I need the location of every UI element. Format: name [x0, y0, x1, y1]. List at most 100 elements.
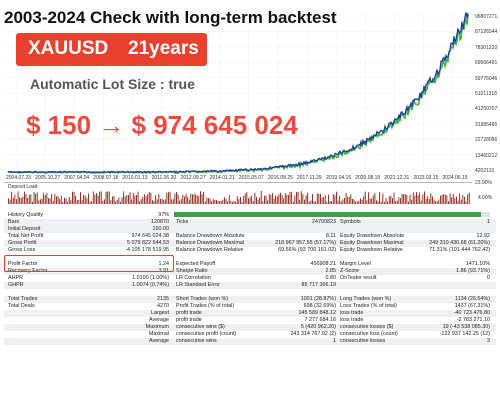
- deposit-load-bar: [360, 198, 361, 204]
- deposit-load-bar: [206, 197, 208, 204]
- deposit-load-bar: [448, 201, 449, 204]
- years-label: 21years: [128, 38, 199, 59]
- deposit-load-bar: [115, 201, 117, 204]
- deposit-load-bar: [168, 192, 169, 204]
- x-tick-label: 2010.01.13: [122, 175, 148, 181]
- deposit-load-bar: [440, 195, 441, 204]
- stat-value: 1471.10%: [465, 261, 490, 267]
- backtest-stats-table: History Quality 97% Bars 120870 Ticks 24…: [4, 212, 496, 345]
- deposit-load-bar: [297, 191, 299, 204]
- deposit-load-bar: [462, 194, 464, 204]
- deposit-load-bar: [67, 201, 69, 204]
- deposit-load-bar: [304, 199, 305, 204]
- deposit-load-bar: [395, 200, 397, 204]
- deposit-load-bar: [126, 194, 128, 204]
- deposit-load-bar: [81, 200, 83, 204]
- deposit-load-bar: [334, 195, 336, 204]
- x-tick-label: 2011.06.20: [151, 175, 177, 181]
- deposit-load-bar: [452, 193, 454, 204]
- deposit-load-bar: [435, 201, 437, 204]
- deposit-load-bar: [27, 198, 29, 204]
- deposit-load-bar: [132, 193, 134, 204]
- deposit-load-bar: [54, 193, 56, 204]
- x-tick-label: 2015.05.07: [238, 175, 264, 181]
- deposit-load-bar: [211, 201, 213, 204]
- x-tick-label: 2012.09.27: [180, 175, 206, 181]
- deposit-load-bar: [70, 200, 72, 204]
- x-tick-label: 2007.04.04: [64, 175, 90, 181]
- stat-label: Sharpe Ratio: [176, 268, 208, 274]
- deposit-load-bar: [465, 201, 467, 204]
- deposit-load-bar: [305, 195, 307, 204]
- deposit-load-bar: [403, 194, 405, 204]
- deposit-load-bar: [430, 193, 432, 204]
- deposit-load-bar: [102, 200, 104, 204]
- deposit-load-bar: [310, 200, 312, 204]
- deposit-load-bar: [332, 193, 334, 204]
- y-tick-label: 96807271: [475, 14, 498, 20]
- stat-label: Total Net Profit: [8, 233, 44, 239]
- deposit-load-bar: [436, 201, 438, 204]
- deposit-profit-highlight: [4, 255, 174, 272]
- deposit-load-bar: [280, 192, 281, 204]
- deposit-load-bar: [148, 192, 150, 204]
- deposit-load-bar: [203, 191, 205, 204]
- deposit-load-bar: [276, 196, 278, 204]
- deposit-load-bar: [289, 191, 291, 204]
- stat-label: Balance Drawdown Relative: [176, 247, 244, 253]
- y-tick-label: 78301220: [475, 44, 498, 51]
- stat-label: Maximal: [148, 331, 169, 337]
- deposit-load-bar: [281, 194, 283, 204]
- deposit-load-bar: [174, 193, 176, 204]
- deposit-load-bar: [22, 196, 24, 204]
- deposit-load-bar: [200, 191, 201, 204]
- deposit-load-bar: [214, 199, 216, 204]
- deposit-load-bar: [300, 191, 302, 204]
- stat-label: consecutive losses ($): [340, 324, 394, 330]
- deposit-load-bar: [331, 201, 333, 204]
- deposit-load-bar: [380, 201, 382, 204]
- deposit-load-bar: [195, 194, 197, 204]
- deposit-load-bar: [251, 195, 253, 204]
- deposit-load-bar: [25, 194, 27, 204]
- deposit-load-bar: [123, 191, 125, 204]
- stat-label: LR Standard Error: [176, 282, 220, 288]
- stat-label: GHPR: [8, 282, 24, 288]
- deposit-load-bar: [235, 201, 237, 204]
- deposit-load-bar: [83, 194, 85, 204]
- stats-row: Gross Profit 5 079 822 544.53 Balance Draw…: [4, 240, 496, 247]
- deposit-load-bar: [220, 200, 222, 204]
- deposit-load-bar: [198, 196, 200, 204]
- deposit-load-bar: [412, 192, 414, 204]
- deposit-load-bar: [20, 197, 22, 204]
- stat-label: Balance Drawdown Maximal: [176, 240, 245, 246]
- deposit-load-bar: [36, 192, 38, 204]
- x-tick-label: 2019.04.16: [326, 175, 352, 181]
- deposit-load-bar: [262, 201, 264, 204]
- deposit-load-bar: [259, 197, 261, 204]
- stat-value: 1001 (28.87%): [300, 296, 336, 302]
- growth-label: $ 150 → $ 974 645 024: [26, 110, 298, 140]
- deposit-load-bar: [284, 193, 286, 204]
- deposit-load-bar: [299, 199, 301, 204]
- x-tick-label: 2016.08.25: [267, 175, 293, 181]
- stat-label: profit trade: [176, 317, 202, 323]
- symbols-label: Symbols: [340, 219, 361, 225]
- deposit-load-bar: [366, 200, 368, 204]
- deposit-load-bar: [451, 197, 453, 204]
- deposit-load-bar: [129, 192, 131, 204]
- deposit-load-bar: [432, 196, 433, 204]
- stat-value: 8.11: [325, 233, 336, 239]
- deposit-load-bar: [8, 198, 9, 204]
- history-quality-bar: [174, 212, 490, 217]
- stats-row: Total Deals 4270 Profit Trades (% of total…: [4, 303, 496, 310]
- stat-value: 249 310 430.68 (61.20%): [429, 240, 490, 246]
- deposit-load-bar: [379, 192, 381, 204]
- deposit-load-bar: [260, 191, 262, 204]
- deposit-load-bar: [64, 197, 65, 204]
- deposit-load-bar: [166, 192, 168, 204]
- deposit-load-bar: [411, 199, 413, 204]
- deposit-load-bar: [24, 191, 25, 204]
- stats-row: Gross Loss -4 105 178 519.95 Balance Drawd…: [4, 247, 496, 254]
- stat-label: Balance Drawdown Absolute: [176, 233, 245, 239]
